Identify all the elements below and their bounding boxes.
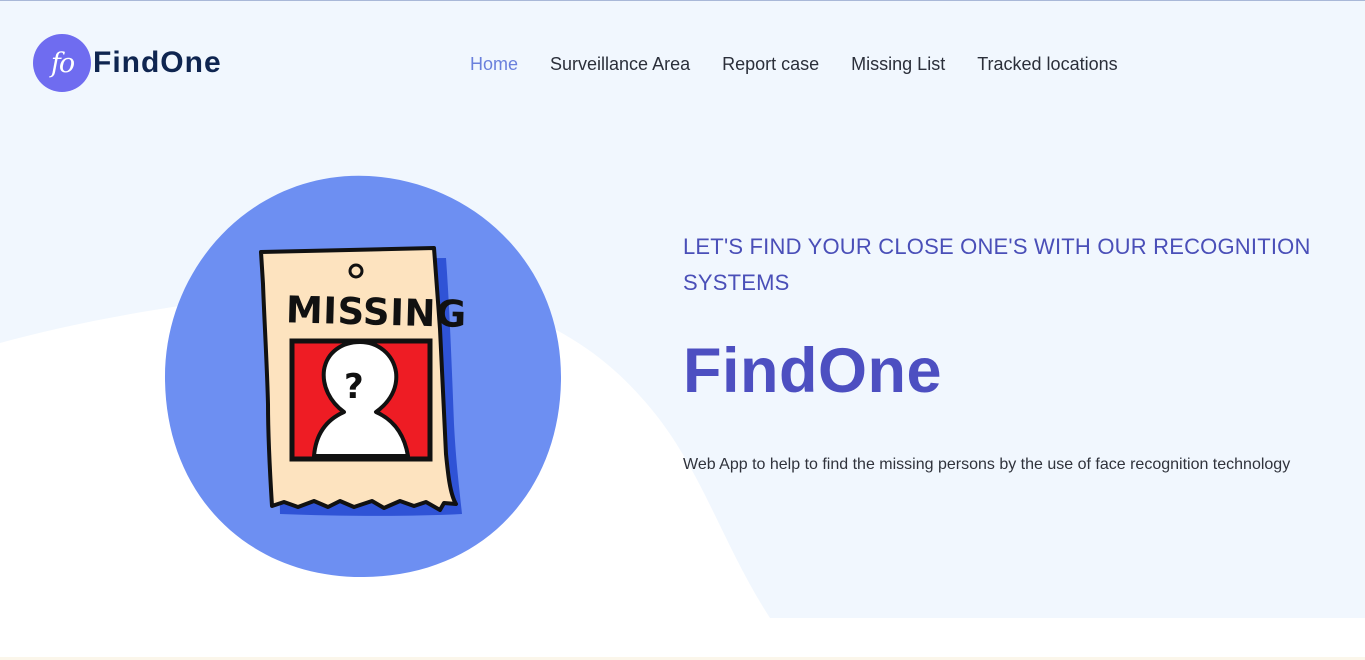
nav-home[interactable]: Home (470, 52, 518, 76)
hero-description: Web App to help to find the missing pers… (683, 456, 1291, 473)
main-nav: Home Surveillance Area Report case Missi… (470, 52, 1118, 76)
hero-title: FindOne (683, 336, 942, 406)
hero-tagline: LET'S FIND YOUR CLOSE ONE'S WITH OUR REC… (683, 234, 1311, 295)
poster-pin (348, 263, 364, 279)
site-header: fo FindOne Home Surveillance Area Report… (0, 0, 1365, 128)
nav-surveillance-area[interactable]: Surveillance Area (550, 52, 690, 76)
hero-text-block: LET'S FIND YOUR CLOSE ONE'S WITH OUR REC… (683, 229, 1333, 477)
nav-tracked-locations[interactable]: Tracked locations (977, 52, 1117, 76)
nav-report-case[interactable]: Report case (722, 52, 819, 76)
brand-name: FindOne (93, 46, 222, 79)
poster-text: MISSING (285, 288, 467, 336)
nav-missing-list[interactable]: Missing List (851, 52, 945, 76)
missing-poster-illustration: MISSING ? (164, 174, 564, 578)
question-mark: ? (344, 367, 364, 407)
landing-page: fo FindOne Home Surveillance Area Report… (0, 0, 1365, 660)
logo-monogram-icon: fo (33, 34, 91, 92)
brand-logo[interactable]: fo FindOne (33, 34, 222, 92)
